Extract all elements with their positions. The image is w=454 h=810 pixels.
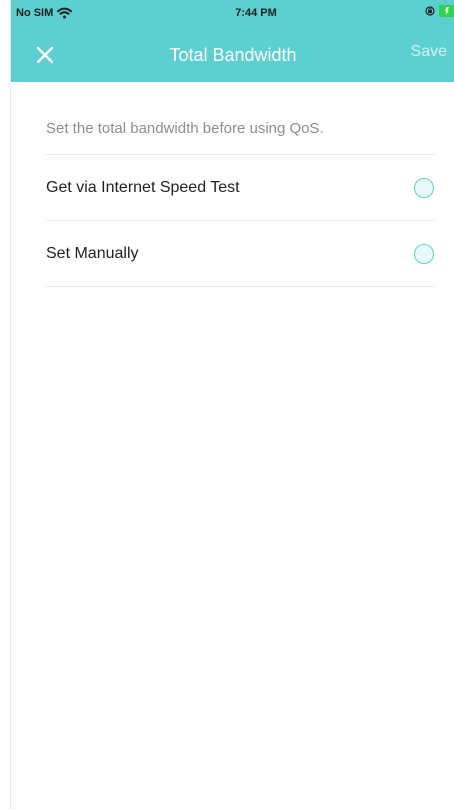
manual-option[interactable]: Set Manually: [46, 221, 435, 287]
app-screen: No SIM 7:44 PM Total Bandwidth Save Set …: [10, 0, 454, 810]
speed-test-option-label: Get via Internet Speed Test: [46, 178, 240, 196]
bandwidth-settings-content: Set the total bandwidth before using QoS…: [11, 82, 454, 287]
manual-option-label: Set Manually: [46, 244, 139, 262]
carrier-status: No SIM: [16, 7, 73, 19]
carrier-label: No SIM: [16, 7, 54, 19]
save-button[interactable]: Save: [411, 43, 447, 61]
status-indicators: [425, 5, 454, 17]
bandwidth-hint: Set the total bandwidth before using QoS…: [46, 120, 435, 155]
navigation-bar: Total Bandwidth Save: [11, 28, 454, 82]
page-title: Total Bandwidth: [169, 45, 297, 65]
top-bar: No SIM 7:44 PM Total Bandwidth Save: [11, 0, 454, 82]
status-time: 7:44 PM: [235, 7, 277, 19]
speed-test-radio[interactable]: [414, 177, 434, 198]
battery-icon: [439, 5, 454, 17]
wifi-icon: [57, 7, 73, 19]
manual-radio[interactable]: [414, 243, 434, 264]
status-bar: No SIM 7:44 PM: [11, 0, 454, 28]
speed-test-option[interactable]: Get via Internet Speed Test: [46, 155, 435, 221]
rotation-lock-icon: [425, 6, 435, 16]
